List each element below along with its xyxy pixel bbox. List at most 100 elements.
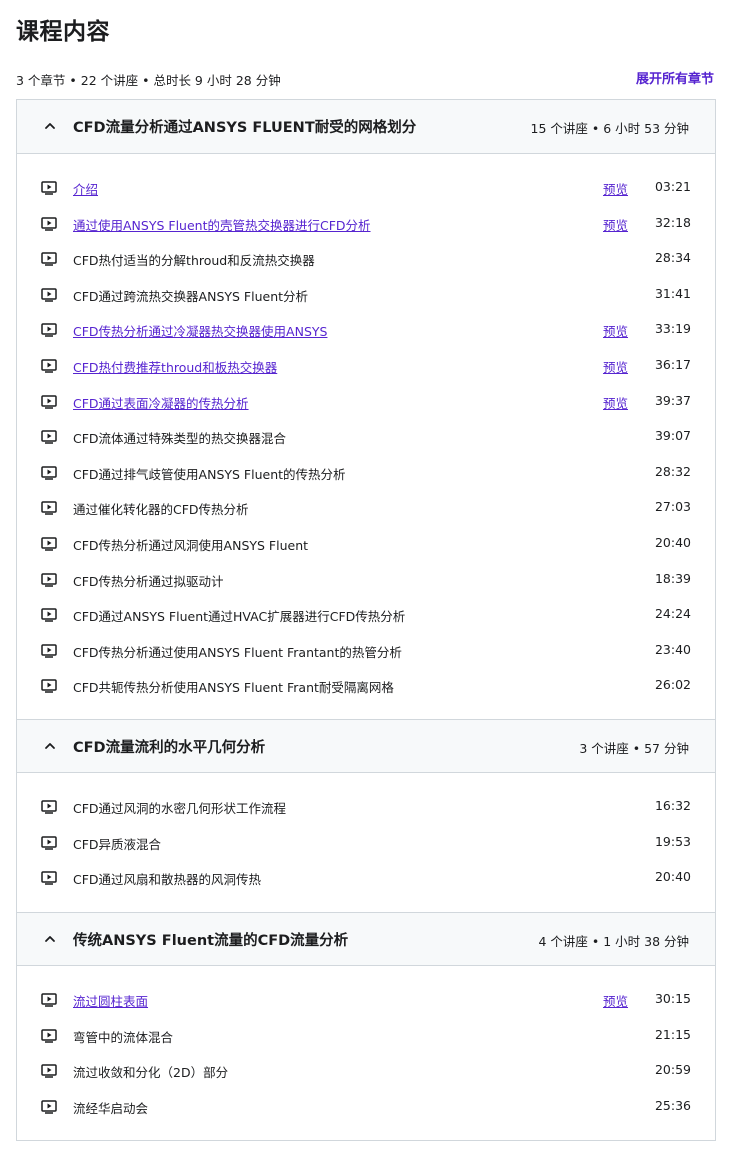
lecture-title[interactable]: CFD通过表面冷凝器的传热分析 <box>73 393 249 412</box>
lecture-item: CFD共轭传热分析使用ANSYS Fluent Frant耐受隔离网格 26:02 <box>17 668 715 704</box>
lecture-duration: 18:39 <box>654 570 691 586</box>
lecture-duration: 26:02 <box>654 677 691 693</box>
video-play-icon <box>41 1100 57 1114</box>
video-play-icon <box>41 871 57 885</box>
lecture-duration: 39:37 <box>654 392 691 408</box>
lecture-item: 流经华启动会 25:36 <box>17 1089 715 1125</box>
expand-all-sections-button[interactable]: 展开所有章节 <box>636 68 714 87</box>
lecture-title: 流过收敛和分化（2D）部分 <box>73 1065 229 1081</box>
lecture-item: CFD传热分析通过使用ANSYS Fluent Frantant的热管分析 23:… <box>17 633 715 669</box>
lecture-duration: 33:19 <box>654 321 691 337</box>
lecture-duration: 32:18 <box>654 214 691 230</box>
section-meta: 4 个讲座 • 1 小时 38 分钟 <box>538 934 689 949</box>
lecture-duration: 03:21 <box>654 179 691 194</box>
lecture-item: CFD异质液混合 19:53 <box>17 825 715 861</box>
lecture-item: CFD通过风洞的水密几何形状工作流程 16:32 <box>17 789 715 825</box>
lecture-item: CFD传热分析通过拟驱动计 18:39 <box>17 562 715 598</box>
lecture-title[interactable]: CFD传热分析通过冷凝器热交换器使用ANSYS <box>73 321 327 340</box>
video-play-icon <box>41 359 57 373</box>
chevron-up-icon <box>45 123 55 129</box>
video-play-icon <box>41 501 57 516</box>
lecture-item[interactable]: CFD传热分析通过冷凝器热交换器使用ANSYS 预览 33:19 <box>17 312 715 348</box>
lecture-item: CFD流体通过特殊类型的热交换器混合 39:07 <box>17 419 715 455</box>
lecture-item: 弯管中的流体混合 21:15 <box>17 1018 715 1054</box>
lecture-duration: 20:40 <box>654 869 691 885</box>
video-play-icon <box>41 288 57 302</box>
video-play-icon <box>41 394 57 409</box>
video-play-icon <box>41 252 57 266</box>
video-play-icon <box>41 323 57 338</box>
video-play-icon <box>41 430 57 444</box>
video-play-icon <box>41 835 57 850</box>
section-header[interactable]: CFD流量流利的水平几何分析 3 个讲座 • 57 分钟 <box>17 719 715 773</box>
lecture-title[interactable]: CFD热付费推荐throud和板热交换器 <box>73 357 277 376</box>
lecture-duration: 23:40 <box>654 641 691 657</box>
lecture-title: CFD传热分析通过拟驱动计 <box>73 573 224 589</box>
video-play-icon <box>41 216 57 231</box>
lecture-item[interactable]: CFD通过表面冷凝器的传热分析 预览 39:37 <box>17 384 715 420</box>
lecture-title: CFD通过ANSYS Fluent通过HVAC扩展器进行CFD传热分析 <box>73 609 406 625</box>
lecture-item[interactable]: 介绍 预览 03:21 <box>17 170 715 206</box>
lecture-title[interactable]: 介绍 <box>73 179 98 198</box>
video-play-icon <box>41 608 57 622</box>
lecture-title: CFD流体通过特殊类型的热交换器混合 <box>73 431 287 447</box>
chevron-up-icon <box>45 936 55 942</box>
video-play-icon <box>41 1064 57 1078</box>
section-header[interactable]: CFD流量分析通过ANSYS FLUENT耐受的网格划分 15 个讲座 • 6 小… <box>17 100 715 154</box>
lecture-duration: 16:32 <box>654 798 691 813</box>
lecture-duration: 31:41 <box>654 285 691 301</box>
lecture-title: CFD传热分析通过风洞使用ANSYS Fluent <box>73 538 309 553</box>
lecture-duration: 27:03 <box>654 499 691 515</box>
course-summary-row: 3 个章节 • 22 个讲座 • 总时长 9 小时 28 分钟 展开所有章节 <box>16 68 716 88</box>
lecture-duration: 21:15 <box>654 1026 691 1042</box>
lecture-item[interactable]: CFD热付费推荐throud和板热交换器 预览 36:17 <box>17 348 715 384</box>
lecture-title: CFD热付适当的分解throud和反流热交换器 <box>73 253 315 269</box>
lecture-duration: 25:36 <box>654 1097 691 1113</box>
lecture-title: 弯管中的流体混合 <box>73 1029 174 1045</box>
preview-link[interactable]: 预览 <box>580 179 628 198</box>
preview-link[interactable]: 预览 <box>580 393 628 412</box>
lecture-item: CFD通过排气歧管使用ANSYS Fluent的传热分析 28:32 <box>17 455 715 491</box>
lecture-item: CFD通过跨流热交换器ANSYS Fluent分析 31:41 <box>17 277 715 313</box>
lecture-item[interactable]: 通过使用ANSYS Fluent的壳管热交换器进行CFD分析 预览 32:18 <box>17 206 715 242</box>
lecture-item[interactable]: 流过圆柱表面 预览 30:15 <box>17 982 715 1018</box>
lecture-title[interactable]: 流过圆柱表面 <box>73 991 148 1010</box>
video-play-icon <box>41 466 57 480</box>
video-play-icon <box>41 537 57 551</box>
lecture-duration: 20:59 <box>654 1062 691 1078</box>
page-title: 课程内容 <box>16 19 110 45</box>
course-summary: 3 个章节 • 22 个讲座 • 总时长 9 小时 28 分钟 <box>16 73 281 88</box>
section-title: CFD流量流利的水平几何分析 <box>73 740 266 756</box>
lecture-item: CFD热付适当的分解throud和反流热交换器 28:34 <box>17 241 715 277</box>
lecture-title: CFD通过风洞的水密几何形状工作流程 <box>73 801 287 816</box>
lecture-duration: 36:17 <box>654 357 691 372</box>
section-meta: 15 个讲座 • 6 小时 53 分钟 <box>530 121 689 136</box>
video-play-icon <box>41 993 57 1007</box>
video-play-icon <box>41 800 57 814</box>
lecture-item: CFD通过ANSYS Fluent通过HVAC扩展器进行CFD传热分析 24:24 <box>17 597 715 633</box>
preview-link[interactable]: 预览 <box>580 215 628 234</box>
video-play-icon <box>41 1028 57 1043</box>
video-play-icon <box>41 679 57 694</box>
lecture-title: 通过催化转化器的CFD传热分析 <box>73 502 249 518</box>
curriculum-panel: CFD流量分析通过ANSYS FLUENT耐受的网格划分 15 个讲座 • 6 小… <box>16 99 716 1141</box>
section-header[interactable]: 传统ANSYS Fluent流量的CFD流量分析 4 个讲座 • 1 小时 38 … <box>17 912 715 966</box>
lecture-item: 通过催化转化器的CFD传热分析 27:03 <box>17 490 715 526</box>
section-meta: 3 个讲座 • 57 分钟 <box>579 741 689 756</box>
lecture-duration: 30:15 <box>654 991 691 1006</box>
preview-link[interactable]: 预览 <box>580 321 628 340</box>
video-play-icon <box>41 644 57 658</box>
lecture-duration: 28:34 <box>654 250 691 266</box>
lecture-item: CFD通过风扇和散热器的风洞传热 20:40 <box>17 860 715 896</box>
lecture-item: CFD传热分析通过风洞使用ANSYS Fluent 20:40 <box>17 526 715 562</box>
preview-link[interactable]: 预览 <box>580 991 628 1010</box>
chevron-up-icon <box>45 743 55 749</box>
preview-link[interactable]: 预览 <box>580 357 628 376</box>
lecture-duration: 28:32 <box>654 463 691 479</box>
lecture-title: CFD传热分析通过使用ANSYS Fluent Frantant的热管分析 <box>73 644 402 660</box>
lecture-duration: 39:07 <box>654 428 691 444</box>
lecture-title: 流经华启动会 <box>73 1100 149 1116</box>
lecture-duration: 19:53 <box>654 833 691 849</box>
lecture-title[interactable]: 通过使用ANSYS Fluent的壳管热交换器进行CFD分析 <box>73 215 371 234</box>
lecture-title: CFD通过风扇和散热器的风洞传热 <box>73 872 262 888</box>
